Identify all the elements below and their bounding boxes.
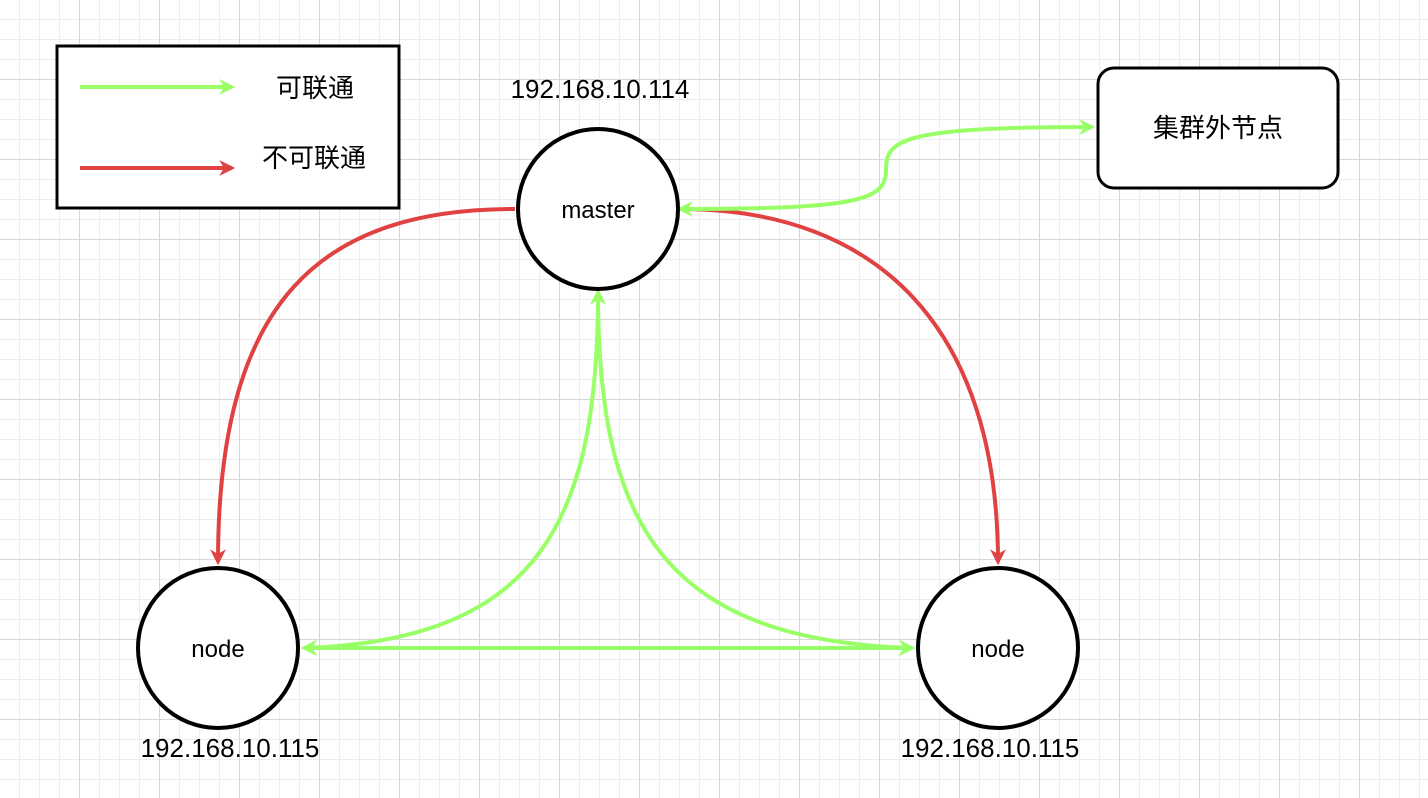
edge-master-right-node [596, 291, 916, 656]
edge-master-to-right-node [679, 207, 1006, 566]
edge-master-external [676, 119, 1096, 217]
network-diagram: 可联通 不可联通 master 192.168.10.114 node 192.… [55, 44, 1340, 763]
left-node-label: node [191, 636, 244, 663]
master-label: master [561, 197, 634, 224]
legend-not-connected-label: 不可联通 [262, 143, 366, 173]
external-node-label: 集群外节点 [1153, 113, 1283, 143]
right-node: node 192.168.10.115 [901, 566, 1080, 763]
master-ip: 192.168.10.114 [511, 74, 690, 104]
right-node-label: node [971, 636, 1024, 663]
legend: 可联通 不可联通 [55, 44, 401, 210]
edge-master-to-left-node [210, 207, 516, 566]
legend-box [55, 44, 401, 210]
left-node-ip: 192.168.10.115 [141, 733, 320, 763]
legend-connected-label: 可联通 [276, 73, 354, 103]
right-node-ip: 192.168.10.115 [901, 733, 1080, 763]
external-node: 集群外节点 [1096, 66, 1340, 190]
left-node: node 192.168.10.115 [136, 566, 320, 763]
edge-left-node-master [300, 288, 606, 656]
master-node: master 192.168.10.114 [511, 74, 690, 291]
